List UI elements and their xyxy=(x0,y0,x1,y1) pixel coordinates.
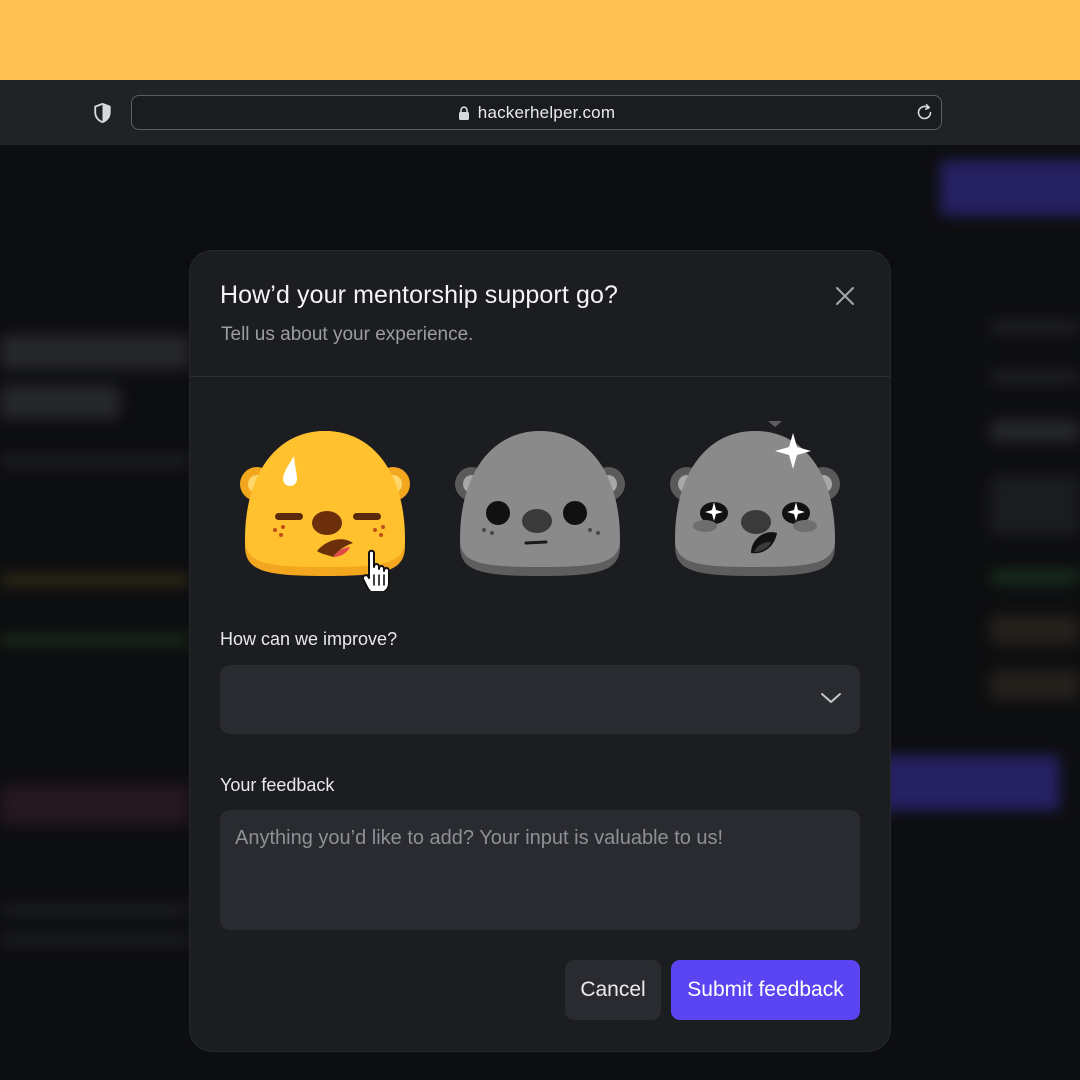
address-bar[interactable]: hackerhelper.com xyxy=(131,95,942,130)
header-divider xyxy=(190,376,890,377)
close-icon[interactable] xyxy=(830,281,860,311)
modal-title: How’d your mentorship support go? xyxy=(220,281,618,309)
rating-neutral-icon[interactable] xyxy=(450,421,630,591)
cancel-button[interactable]: Cancel xyxy=(565,960,661,1020)
feedback-label: Your feedback xyxy=(220,775,335,795)
shield-icon[interactable] xyxy=(93,103,112,123)
chevron-down-icon xyxy=(821,693,841,703)
rating-unhappy-icon[interactable] xyxy=(235,421,415,591)
feedback-textarea[interactable] xyxy=(220,810,860,930)
submit-feedback-button[interactable]: Submit feedback xyxy=(671,960,860,1020)
improve-label: How can we improve? xyxy=(220,629,398,649)
lock-icon xyxy=(458,105,469,120)
reload-icon[interactable] xyxy=(915,103,935,123)
top-band xyxy=(0,0,1080,80)
url-text: hackerhelper.com xyxy=(477,102,616,122)
feedback-modal: How’d your mentorship support go? Tell u… xyxy=(190,251,890,1051)
rating-delighted-icon[interactable] xyxy=(665,421,845,591)
modal-subtitle: Tell us about your experience. xyxy=(221,324,474,345)
improve-select[interactable] xyxy=(220,665,860,734)
